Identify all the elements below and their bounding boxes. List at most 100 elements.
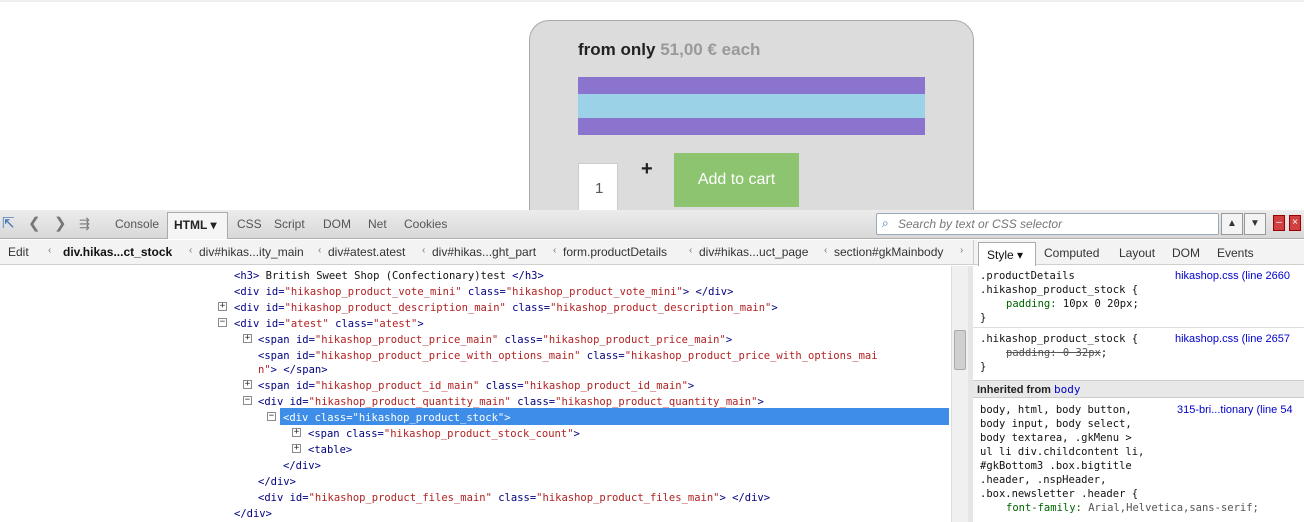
breadcrumb-item[interactable]: div.hikas...ct_stock [63, 245, 172, 259]
breadcrumb-item[interactable]: form.productDetails [563, 245, 667, 259]
collapse-icon[interactable]: − [218, 318, 227, 327]
crumb-scroll-left-icon[interactable]: ‹ [48, 245, 51, 256]
html-tree-panel: + − + + − − + + <h3> British Sweet Shop … [0, 266, 951, 522]
expand-icon[interactable]: + [292, 428, 301, 437]
search-prev-button[interactable]: ▲ [1221, 213, 1243, 235]
tree-node[interactable]: <table> [308, 442, 352, 458]
rule-selector: .box.newsletter .header { [980, 488, 1139, 500]
collapse-icon[interactable]: − [267, 412, 276, 421]
tree-node[interactable]: <div id="atest" class="atest"> [234, 316, 424, 332]
css-value: 0 32px [1056, 347, 1101, 359]
add-to-cart-button[interactable]: Add to cart [674, 153, 799, 207]
price-suffix: each [721, 40, 761, 59]
crumb-separator-icon: ‹ [689, 245, 693, 256]
tab-computed[interactable]: Computed [1044, 246, 1099, 260]
tab-events[interactable]: Events [1217, 246, 1254, 260]
quantity-plus-button[interactable]: + [641, 158, 653, 181]
product-card: from only 51,00 € each 1 + Add to cart [529, 20, 974, 240]
tab-script[interactable]: Script [274, 215, 305, 233]
rule-selector: #gkBottom3 .box.bigtitle [980, 460, 1132, 472]
rule-declaration-overridden[interactable]: padding: 0 32px; [1006, 346, 1107, 360]
scrollbar-thumb[interactable] [954, 330, 966, 370]
edit-button[interactable]: Edit [8, 245, 29, 259]
tab-dom[interactable]: DOM [323, 215, 351, 233]
rule-declaration[interactable]: padding: 10px 0 20px; [1006, 297, 1139, 311]
price-amount: 51,00 € [660, 40, 717, 59]
tab-side-dom[interactable]: DOM [1172, 246, 1200, 260]
forward-icon[interactable]: ❯ [54, 215, 67, 233]
rule-selector: body, html, body button, [980, 404, 1132, 416]
collapse-icon[interactable]: − [243, 396, 252, 405]
rule-selector: .header, .nspHeader, [980, 474, 1107, 486]
breadcrumb: Edit ‹ div.hikas...ct_stock ‹ div#hikas.… [0, 240, 973, 265]
tree-node-selected[interactable]: <div class="hikashop_product_stock"> [283, 410, 511, 426]
web-page: from only 51,00 € each 1 + Add to cart [0, 0, 1304, 240]
breadcrumb-item[interactable]: div#hikas...uct_page [699, 245, 808, 259]
breadcrumb-item[interactable]: div#atest.atest [328, 245, 405, 259]
back-icon[interactable]: ❮ [28, 215, 41, 233]
tab-html[interactable]: HTML ▾ [167, 212, 228, 239]
price-line: from only 51,00 € each [578, 40, 760, 60]
crumb-separator-icon: ‹ [553, 245, 557, 256]
expand-icon[interactable]: + [243, 380, 252, 389]
tab-style[interactable]: Style ▾ [978, 242, 1036, 266]
crumb-separator-icon: ‹ [189, 245, 193, 256]
rule-close-brace: } [980, 361, 987, 373]
close-icon[interactable]: × [1289, 215, 1301, 231]
tree-node[interactable]: <div id="hikashop_product_vote_mini" cla… [234, 284, 733, 300]
tab-net[interactable]: Net [368, 215, 387, 233]
tree-node[interactable]: <div id="hikashop_product_quantity_main"… [258, 394, 764, 410]
tree-node[interactable]: <span id="hikashop_product_price_with_op… [258, 348, 878, 364]
minimize-icon[interactable]: – [1273, 215, 1285, 231]
crumb-scroll-right-icon[interactable]: › [960, 245, 963, 256]
css-property: padding [1006, 298, 1051, 310]
rule-source-link[interactable]: 315-bri...tionary (line 54 [1177, 404, 1293, 416]
rule-selector: .hikashop_product_stock { [980, 284, 1139, 296]
search-next-button[interactable]: ▼ [1244, 213, 1266, 235]
expand-icon[interactable]: + [243, 334, 252, 343]
rule-selector: body textarea, .gkMenu > [980, 432, 1132, 444]
rule-declaration[interactable]: font-family: Arial,Helvetica,sans-serif; [1006, 501, 1259, 515]
tree-node[interactable]: </div> [258, 474, 296, 490]
tab-layout[interactable]: Layout [1119, 246, 1155, 260]
css-value: 10px 0 20px; [1056, 298, 1139, 310]
search-input[interactable]: ⌕ Search by text or CSS selector [876, 213, 1219, 235]
html-panel-scrollbar[interactable] [951, 266, 968, 522]
tree-node[interactable]: <div id="hikashop_product_files_main" cl… [258, 490, 770, 506]
tree-node[interactable]: <div id="hikashop_product_description_ma… [234, 300, 778, 316]
side-panel-tabs: Style ▾ Computed Layout DOM Events [973, 240, 1304, 266]
devtools-toolbar: ⇱ ❮ ❯ ⇶ Console HTML ▾ CSS Script DOM Ne… [0, 210, 1304, 239]
inherited-from-link[interactable]: body [1054, 383, 1081, 396]
tree-node[interactable]: <h3> British Sweet Shop (Confectionary)t… [234, 268, 544, 284]
rule-source-link[interactable]: hikashop.css (line 2657 [1175, 333, 1290, 345]
tree-node[interactable]: </div> [283, 458, 321, 474]
css-property: padding [1006, 347, 1051, 359]
expand-icon[interactable]: + [292, 444, 301, 453]
command-line-icon[interactable]: ⇶ [79, 215, 90, 233]
rule-divider [973, 327, 1304, 328]
search-icon: ⌕ [882, 216, 889, 230]
quantity-input[interactable]: 1 [578, 163, 618, 213]
css-value: Arial,Helvetica,sans-serif; [1081, 502, 1259, 514]
breadcrumb-item[interactable]: section#gkMainbody [834, 245, 943, 259]
tree-node[interactable]: <span id="hikashop_product_price_main" c… [258, 332, 732, 348]
top-border [0, 0, 1304, 2]
tree-node[interactable]: </div> [234, 506, 272, 522]
rule-selector: ul li div.childcontent li, [980, 446, 1145, 458]
expand-icon[interactable]: + [218, 302, 227, 311]
breadcrumb-item[interactable]: div#hikas...ity_main [199, 245, 304, 259]
tab-css[interactable]: CSS [237, 215, 262, 233]
rule-source-link[interactable]: hikashop.css (line 2660 [1175, 270, 1290, 282]
breadcrumb-item[interactable]: div#hikas...ght_part [432, 245, 536, 259]
inspect-icon[interactable]: ⇱ [2, 215, 15, 233]
tab-cookies[interactable]: Cookies [404, 215, 447, 233]
tab-console[interactable]: Console [115, 215, 159, 233]
crumb-separator-icon: ‹ [422, 245, 426, 256]
tree-node[interactable]: <span class="hikashop_product_stock_coun… [308, 426, 580, 442]
rule-close-brace: } [980, 312, 987, 324]
tree-node[interactable]: <span id="hikashop_product_id_main" clas… [258, 378, 694, 394]
inherited-label: Inherited from [977, 384, 1051, 396]
search-placeholder: Search by text or CSS selector [898, 217, 1063, 231]
tree-node[interactable]: n"> </span> [258, 362, 328, 378]
devtools-panel: ⇱ ❮ ❯ ⇶ Console HTML ▾ CSS Script DOM Ne… [0, 210, 1304, 522]
